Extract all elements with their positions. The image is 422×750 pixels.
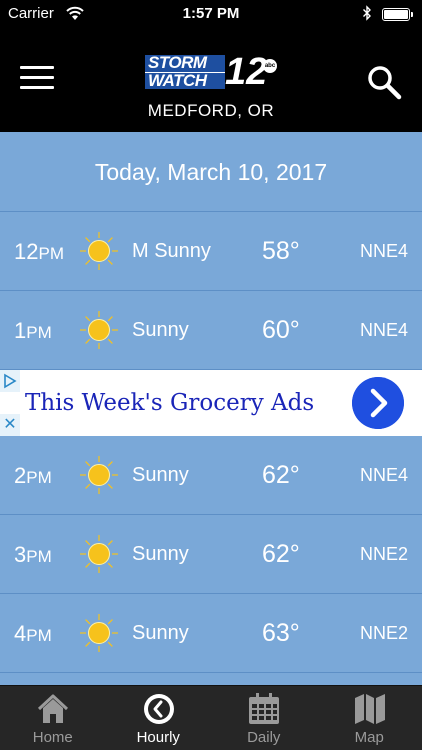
date-header: Today, March 10, 2017: [0, 132, 422, 212]
tab-label: Hourly: [136, 729, 180, 746]
home-icon: [37, 694, 69, 723]
ad-choices-icon[interactable]: [0, 370, 20, 392]
hour-row: 1PM Sunny 60° NNE4: [0, 291, 422, 370]
ad-text[interactable]: This Week's Grocery Ads: [25, 370, 314, 436]
hour-time: 3PM: [14, 542, 52, 567]
sun-icon: [80, 311, 118, 349]
condition-text: M Sunny: [132, 240, 211, 262]
app-header: STORM WATCH 12 abc MEDFORD, OR: [0, 28, 422, 132]
tab-bar: Home Hourly Daily Map: [0, 685, 422, 750]
logo-number: 12: [225, 51, 268, 93]
sun-icon: [80, 456, 118, 494]
search-icon[interactable]: [366, 64, 402, 100]
temperature: 62°: [262, 540, 300, 568]
sun-icon: [80, 535, 118, 573]
temperature: 62°: [262, 461, 300, 489]
tab-label: Daily: [247, 729, 281, 746]
abc-logo: abc: [263, 59, 277, 73]
logo-line1: STORM: [145, 54, 225, 72]
bluetooth-icon: [363, 5, 371, 21]
stormwatch-logo: STORM WATCH 12 abc: [145, 51, 279, 93]
condition-text: Sunny: [132, 543, 189, 565]
map-icon: [354, 694, 385, 724]
hour-row: 4PM Sunny 63° NNE2: [0, 594, 422, 673]
wind: NNE2: [359, 623, 408, 643]
hour-time: 2PM: [14, 463, 52, 488]
location-label: MEDFORD, OR: [147, 101, 275, 120]
logo-line2: WATCH: [145, 72, 225, 89]
tab-hourly[interactable]: Hourly: [106, 686, 212, 750]
chevron-right-icon[interactable]: [352, 377, 404, 429]
battery-icon: [382, 8, 413, 21]
hour-time: 12PM: [14, 239, 64, 264]
temperature: 60°: [262, 316, 300, 344]
tab-label: Map: [354, 729, 384, 746]
menu-icon[interactable]: [20, 66, 54, 92]
wind: NNE4: [359, 465, 408, 485]
sun-icon: [80, 232, 118, 270]
tab-label: Home: [32, 729, 73, 746]
tab-home[interactable]: Home: [0, 686, 106, 750]
status-bar: Carrier 1:57 PM: [0, 0, 422, 28]
wind: NNE4: [359, 320, 408, 340]
hour-row: 3PM Sunny 62° NNE2: [0, 515, 422, 594]
hour-time: 4PM: [14, 621, 52, 646]
hour-time: 1PM: [14, 318, 52, 343]
hour-row: 2PM Sunny 62° NNE4: [0, 436, 422, 515]
hour-row: 12PM M Sunny 58° NNE4: [0, 212, 422, 291]
condition-text: Sunny: [132, 319, 189, 341]
ad-banner[interactable]: This Week's Grocery Ads: [0, 370, 422, 436]
condition-text: Sunny: [132, 464, 189, 486]
wind: NNE2: [359, 544, 408, 564]
clock-time: 1:57 PM: [182, 5, 240, 22]
close-icon[interactable]: ✕: [0, 414, 20, 436]
temperature: 63°: [262, 619, 300, 647]
temperature: 58°: [262, 237, 300, 265]
sun-icon: [80, 614, 118, 652]
condition-text: Sunny: [132, 622, 189, 644]
wind: NNE4: [359, 241, 408, 261]
calendar-icon: [249, 693, 279, 724]
tab-map[interactable]: Map: [317, 686, 422, 750]
clock-icon: [143, 694, 174, 724]
tab-daily[interactable]: Daily: [211, 686, 317, 750]
